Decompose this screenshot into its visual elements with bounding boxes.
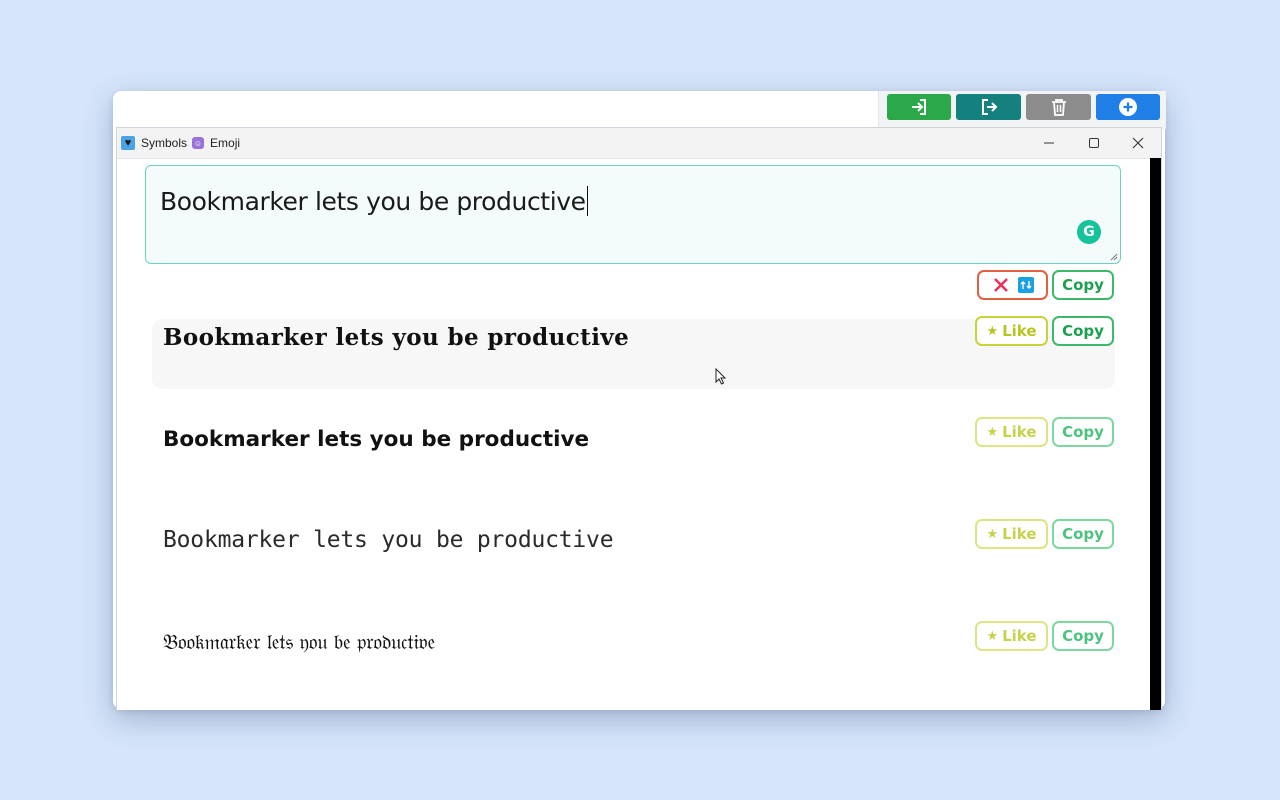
like-label: Like — [1002, 627, 1037, 645]
title-bar: ♥ Symbols ☺ Emoji — [117, 128, 1161, 159]
copy-button[interactable]: Copy — [1052, 621, 1114, 651]
swap-icon — [1017, 277, 1034, 293]
like-button[interactable]: ★ Like — [975, 316, 1048, 346]
sign-in-icon — [912, 99, 926, 115]
close-x-icon — [993, 278, 1008, 292]
emoji-icon: ☺ — [192, 137, 205, 149]
copy-button[interactable]: Copy — [1052, 417, 1114, 447]
star-icon: ★ — [986, 628, 999, 644]
like-button[interactable]: ★ Like — [975, 417, 1048, 447]
like-label: Like — [1002, 525, 1037, 543]
sign-out-icon — [981, 99, 997, 115]
like-button[interactable]: ★ Like — [975, 621, 1048, 651]
grammarly-icon[interactable]: G — [1077, 220, 1101, 244]
text-input-value: Bookmarker lets you be productive — [160, 187, 586, 216]
copy-button[interactable]: Copy — [1052, 519, 1114, 549]
plus-circle-icon — [1119, 98, 1137, 116]
text-caret — [586, 186, 589, 216]
clear-button[interactable] — [977, 270, 1048, 300]
text-input[interactable]: Bookmarker lets you be productive G — [145, 165, 1121, 264]
copy-button[interactable]: Copy — [1052, 316, 1114, 346]
copy-input-button[interactable]: Copy — [1052, 270, 1114, 300]
like-label: Like — [1002, 322, 1037, 340]
delete-button[interactable] — [1026, 94, 1091, 120]
maximize-button[interactable] — [1072, 128, 1116, 158]
star-icon: ★ — [986, 424, 999, 440]
symbols-emoji-window: ♥ Symbols ☺ Emoji Bookmarker lets you be… — [116, 127, 1162, 710]
resize-grip-icon[interactable] — [1110, 253, 1118, 261]
minimize-icon — [1044, 142, 1054, 144]
like-button[interactable]: ★ Like — [975, 519, 1048, 549]
title-emoji: Emoji — [210, 136, 241, 150]
title-symbols: Symbols — [141, 136, 188, 150]
star-icon: ★ — [986, 323, 999, 339]
star-icon: ★ — [986, 526, 999, 542]
variant-sans-bold[interactable]: Bookmarker lets you be productive — [163, 427, 589, 452]
variant-serif-bold[interactable]: Bookmarker lets you be productive — [163, 324, 629, 351]
bookmarker-toolbar — [878, 91, 1166, 129]
scrollbar[interactable] — [1150, 158, 1161, 710]
minimize-button[interactable] — [1027, 128, 1071, 158]
trash-icon — [1051, 99, 1066, 116]
heart-icon: ♥ — [121, 136, 135, 150]
sign-in-button[interactable] — [887, 94, 951, 120]
add-button[interactable] — [1096, 94, 1160, 120]
close-button[interactable] — [1116, 128, 1160, 158]
variant-fraktur[interactable]: 𝔅𝔬𝔬𝔨𝔪𝔞𝔯𝔨𝔢𝔯 𝔩𝔢𝔱𝔰 𝔶𝔬𝔲 𝔟𝔢 𝔭𝔯𝔬𝔡𝔲𝔠𝔱𝔦𝔳𝔢 — [163, 630, 435, 655]
variant-monospace[interactable]: Bookmarker lets you be productive — [163, 527, 614, 553]
mouse-cursor-icon — [715, 368, 727, 385]
sign-out-button[interactable] — [956, 94, 1021, 120]
maximize-icon — [1089, 138, 1099, 148]
close-icon — [1132, 137, 1144, 149]
like-label: Like — [1002, 423, 1037, 441]
